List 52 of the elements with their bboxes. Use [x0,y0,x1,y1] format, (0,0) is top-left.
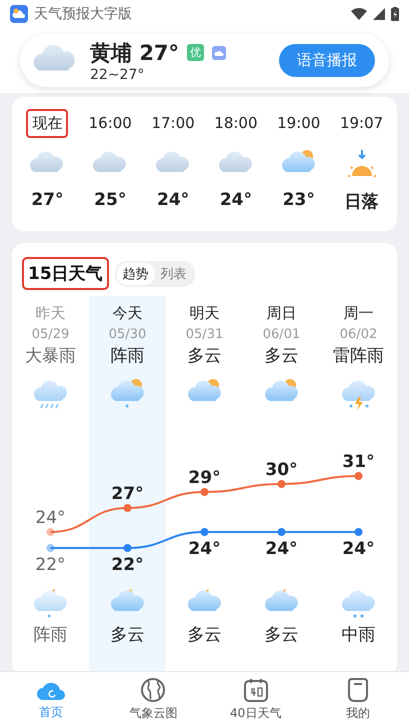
day-name: 周一 [344,304,374,323]
temperature-range: 22~27° [90,66,146,82]
day-date: 05/29 [32,327,70,342]
nav-tab[interactable]: 我的 [306,672,409,727]
hour-temperature: 25° [94,190,126,212]
day-name: 昨天 [36,304,66,323]
hour-time: 19:07 [338,113,384,134]
hour-time: 16:00 [88,113,133,134]
day-condition: 大暴雨 [25,345,76,367]
nav-tab[interactable]: 气象云图 [102,672,204,727]
hour-temperature: 24° [220,190,252,212]
nav-tab[interactable]: 40日天气 [204,672,307,727]
day-date: 06/01 [262,327,300,342]
forecast-title: 15日天气 [22,257,109,290]
location-temperature: 黄埔 27° [90,40,180,66]
day-condition: 阵雨 [110,345,144,367]
day-date: 06/02 [340,327,378,342]
day-condition: 雷阵雨 [333,345,384,367]
night-condition: 阵雨 [34,624,68,646]
day-condition: 多云 [264,345,298,367]
hour-time: 18:00 [213,113,259,134]
hour-temperature: 24° [156,190,190,212]
day-date: 05/30 [108,327,146,342]
day-name: 明天 [190,304,220,323]
night-condition: 中雨 [342,624,376,646]
night-condition: 多云 [264,624,298,646]
temperature-label: 24° [188,539,221,559]
night-condition: 多云 [188,624,222,646]
temperature-label: 24° [265,539,298,559]
temperature-label: 31° [342,452,375,472]
temperature-label: 27° [111,484,144,504]
hour-temperature: 日落 [344,191,379,213]
hour-time: 17:00 [150,113,196,134]
temperature-label: 29° [188,468,221,488]
temperature-label: 24° [342,539,375,559]
view-tab[interactable]: 列表 [154,262,193,284]
day-name: 周日 [266,304,296,323]
app-title: 天气预报大字版 [34,5,133,23]
hour-temperature: 27° [31,190,64,212]
night-condition: 多云 [110,624,144,646]
hour-time: 现在 [26,109,68,138]
temperature-label: 30° [265,460,298,480]
hour-time: 19:00 [276,113,322,134]
temperature-label: 24° [35,508,66,528]
temperature-label: 22° [111,555,144,575]
day-condition: 多云 [188,345,222,367]
air-quality-badge: 优 [187,44,204,61]
day-name: 今天 [112,304,142,323]
view-tab[interactable]: 趋势 [116,262,155,284]
temperature-label: 22° [35,555,66,575]
day-date: 05/31 [186,327,224,342]
hour-temperature: 23° [282,190,315,212]
